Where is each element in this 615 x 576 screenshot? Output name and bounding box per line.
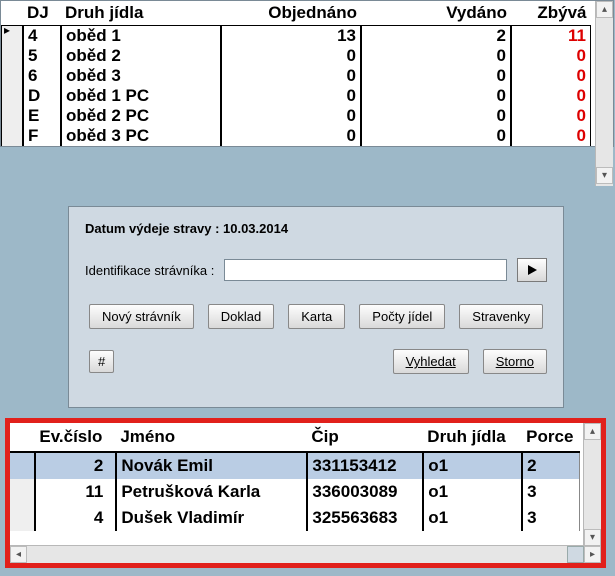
cell-obj: 0 [221, 126, 361, 146]
cell-dj: D [23, 86, 61, 106]
table-row[interactable]: 4oběd 113211 [2, 26, 591, 47]
cell-porce: 2 [522, 452, 579, 479]
cell-dj: F [23, 126, 61, 146]
cell-name: oběd 3 [61, 66, 221, 86]
col-dj[interactable]: DJ [23, 1, 61, 26]
cell-dj: o1 [423, 505, 522, 531]
cell-jmeno: Dušek Vladimír [116, 505, 307, 531]
boarders-vscroll[interactable]: ▴ ▾ [583, 423, 601, 546]
cell-zby: 0 [511, 66, 591, 86]
row-header[interactable] [2, 66, 24, 86]
vouchers-button[interactable]: Stravenky [459, 304, 543, 329]
cell-jmeno: Petrušková Karla [116, 479, 307, 505]
card-button[interactable]: Karta [288, 304, 345, 329]
scroll-down-icon[interactable]: ▾ [584, 529, 601, 546]
col-vyd[interactable]: Vydáno [361, 1, 511, 26]
row-header[interactable] [10, 479, 35, 505]
cell-obj: 13 [221, 26, 361, 47]
cell-cip: 325563683 [307, 505, 423, 531]
cell-name: oběd 3 PC [61, 126, 221, 146]
table-row[interactable]: 2Novák Emil331153412o12 [10, 452, 580, 479]
cell-obj: 0 [221, 66, 361, 86]
scroll-corner [567, 546, 584, 563]
row-header[interactable] [10, 505, 35, 531]
col-porce[interactable]: Porce [522, 423, 579, 452]
boarders-grid[interactable]: Ev.číslo Jméno Čip Druh jídla Porce 2Nov… [5, 418, 606, 568]
cell-dj: 6 [23, 66, 61, 86]
current-row-marker: ▸ [4, 23, 10, 37]
scroll-down-icon[interactable]: ▾ [596, 167, 613, 184]
col-jmeno[interactable]: Jméno [116, 423, 307, 452]
dispense-date: Datum výdeje stravy : 10.03.2014 [85, 221, 547, 236]
cell-vyd: 0 [361, 66, 511, 86]
table-row[interactable]: Foběd 3 PC000 [2, 126, 591, 146]
cell-ev: 4 [35, 505, 116, 531]
scroll-left-icon[interactable]: ◂ [10, 546, 27, 563]
meal-counts-button[interactable]: Počty jídel [359, 304, 445, 329]
col-zby[interactable]: Zbývá [511, 1, 591, 26]
row-header[interactable] [2, 46, 24, 66]
boarders-hscroll[interactable]: ◂ ▸ [10, 545, 601, 563]
cell-zby: 0 [511, 126, 591, 146]
ident-label: Identifikace strávníka : [85, 263, 214, 278]
cell-porce: 3 [522, 479, 579, 505]
cell-dj: 4 [23, 26, 61, 47]
table-row[interactable]: 11Petrušková Karla336003089o13 [10, 479, 580, 505]
cell-vyd: 2 [361, 26, 511, 47]
col-ev[interactable]: Ev.číslo [35, 423, 116, 452]
table-row[interactable]: Doběd 1 PC000 [2, 86, 591, 106]
ident-input[interactable] [224, 259, 507, 281]
meals-grid[interactable]: ▸ DJ Druh jídla Objednáno Vydáno Zbývá 4… [0, 0, 614, 147]
scroll-up-icon[interactable]: ▴ [596, 1, 613, 18]
cell-obj: 0 [221, 46, 361, 66]
dispense-panel: Datum výdeje stravy : 10.03.2014 Identif… [68, 206, 564, 408]
row-header[interactable] [10, 452, 35, 479]
cell-dj: o1 [423, 452, 522, 479]
hash-button[interactable]: # [89, 350, 114, 373]
cell-cip: 331153412 [307, 452, 423, 479]
row-header[interactable] [2, 86, 24, 106]
cell-vyd: 0 [361, 126, 511, 146]
cell-obj: 0 [221, 86, 361, 106]
table-row[interactable]: Eoběd 2 PC000 [2, 106, 591, 126]
cell-name: oběd 2 PC [61, 106, 221, 126]
cell-dj: o1 [423, 479, 522, 505]
meals-scrollbar[interactable]: ▴ ▾ [595, 1, 613, 186]
cell-porce: 3 [522, 505, 579, 531]
play-icon [526, 264, 538, 276]
cell-cip: 336003089 [307, 479, 423, 505]
ident-go-button[interactable] [517, 258, 547, 282]
col-obj[interactable]: Objednáno [221, 1, 361, 26]
table-row[interactable]: 5oběd 2000 [2, 46, 591, 66]
search-button[interactable]: Vyhledat [393, 349, 469, 374]
receipt-button[interactable]: Doklad [208, 304, 274, 329]
scroll-right-icon[interactable]: ▸ [584, 546, 601, 563]
cell-ev: 11 [35, 479, 116, 505]
col-druh[interactable]: Druh jídla [61, 1, 221, 26]
cell-zby: 0 [511, 106, 591, 126]
cell-obj: 0 [221, 106, 361, 126]
cell-zby: 0 [511, 46, 591, 66]
cell-dj: 5 [23, 46, 61, 66]
cancel-button[interactable]: Storno [483, 349, 547, 374]
scroll-up-icon[interactable]: ▴ [584, 423, 601, 440]
row-header[interactable] [2, 106, 24, 126]
table-row[interactable]: 4Dušek Vladimír325563683o13 [10, 505, 580, 531]
cell-vyd: 0 [361, 86, 511, 106]
cell-name: oběd 2 [61, 46, 221, 66]
cell-name: oběd 1 PC [61, 86, 221, 106]
cell-jmeno: Novák Emil [116, 452, 307, 479]
cell-dj: E [23, 106, 61, 126]
cell-vyd: 0 [361, 46, 511, 66]
cell-zby: 0 [511, 86, 591, 106]
cell-vyd: 0 [361, 106, 511, 126]
cell-zby: 11 [511, 26, 591, 47]
table-row[interactable]: 6oběd 3000 [2, 66, 591, 86]
row-header[interactable] [2, 126, 24, 146]
col-cip[interactable]: Čip [307, 423, 423, 452]
cell-ev: 2 [35, 452, 116, 479]
col-druh-jidla[interactable]: Druh jídla [423, 423, 522, 452]
new-boarder-button[interactable]: Nový strávník [89, 304, 194, 329]
cell-name: oběd 1 [61, 26, 221, 47]
